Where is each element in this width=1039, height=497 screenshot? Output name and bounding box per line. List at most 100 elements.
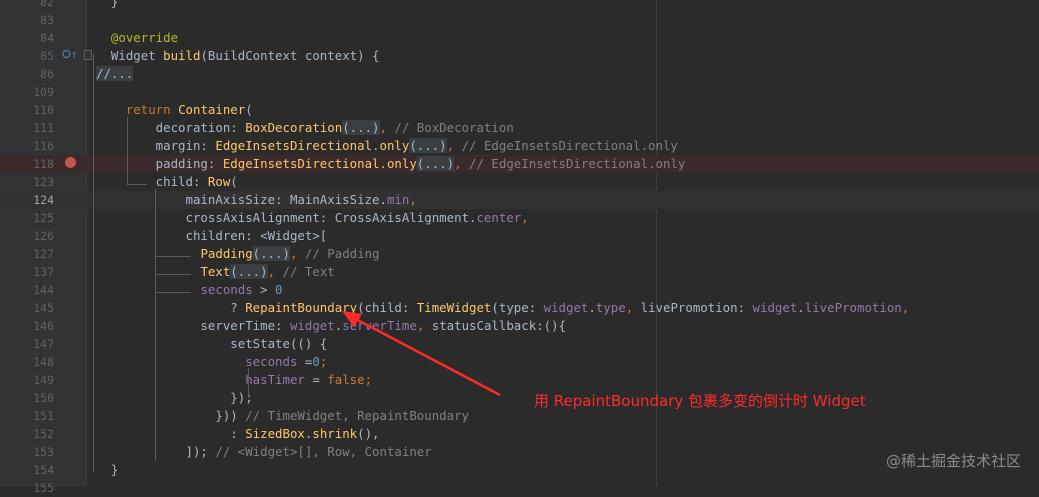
code-text: }	[96, 0, 118, 11]
code-token: Padding	[200, 246, 253, 261]
line-number: 151	[33, 409, 54, 423]
indent-guide	[155, 274, 191, 275]
line-number: 125	[33, 211, 54, 225]
code-token: // TimeWidget, RepaintBoundary	[245, 408, 469, 423]
code-line[interactable]: 109	[0, 83, 1039, 101]
line-number: 147	[33, 337, 54, 351]
indent-guide	[127, 117, 128, 185]
line-number: 146	[33, 319, 54, 333]
code-text: padding: EdgeInsetsDirectional.only(...)…	[96, 155, 685, 173]
code-token: margin:	[96, 138, 216, 153]
code-token: RepaintBoundary	[245, 300, 358, 315]
code-token[interactable]: (...)	[252, 246, 290, 261]
code-line[interactable]: 110 return Container(	[0, 101, 1039, 119]
code-token: widget	[289, 318, 335, 333]
line-number: 153	[33, 445, 54, 459]
code-line[interactable]: 111 decoration: BoxDecoration(...), // B…	[0, 119, 1039, 137]
code-token[interactable]: (...)	[342, 120, 380, 135]
code-token: }	[96, 0, 119, 9]
code-line[interactable]: 155	[0, 479, 1039, 497]
code-text: hasTimer = false;	[96, 371, 372, 389]
line-number: 116	[33, 139, 54, 153]
override-gutter-icon[interactable]: ⭘↑	[62, 48, 77, 62]
code-line[interactable]: 86 //...	[0, 65, 1039, 83]
code-token: ?	[96, 300, 246, 315]
code-text: crossAxisAlignment: CrossAxisAlignment.c…	[96, 209, 529, 227]
code-token: hasTimer	[245, 372, 305, 387]
code-line[interactable]: 84 @override	[0, 29, 1039, 47]
code-token: only	[386, 156, 417, 171]
code-token: ;	[364, 372, 373, 387]
code-token: ,	[416, 318, 432, 333]
line-number: 83	[40, 13, 54, 27]
indent-guide	[127, 184, 147, 185]
code-token: Widget	[96, 48, 164, 63]
code-text: serverTime: widget.serverTime, statusCal…	[96, 317, 566, 335]
fold-toggle[interactable]	[84, 50, 92, 60]
line-number: 126	[33, 229, 54, 243]
code-token[interactable]: (...)	[416, 156, 455, 171]
line-number: 118	[33, 157, 54, 171]
code-token: build	[163, 48, 201, 63]
code-token: false	[327, 372, 365, 387]
code-text: seconds > 0	[96, 281, 282, 299]
code-token: ,	[267, 264, 283, 279]
indent-guide	[155, 189, 156, 461]
code-text: Text(...), // Text	[96, 263, 335, 281]
code-token: min	[386, 192, 410, 207]
code-line[interactable]: 85 Widget build(BuildContext context) {	[0, 47, 1039, 65]
code-line[interactable]: 154 }	[0, 461, 1039, 479]
code-token: (child:	[357, 300, 417, 315]
code-token: .	[588, 300, 596, 315]
code-token: >	[252, 282, 276, 297]
code-token: mainAxisSize: MainAxisSize.	[96, 192, 387, 207]
code-token: Row	[207, 174, 231, 189]
line-number: 123	[33, 175, 54, 189]
code-token: ,	[454, 156, 470, 171]
line-number: 85	[40, 49, 54, 63]
code-token: child:	[96, 174, 208, 189]
code-token: // EdgeInsetsDirectional.only	[469, 156, 686, 171]
code-token: setState(() {	[96, 336, 328, 351]
code-token[interactable]: (...)	[230, 264, 268, 279]
code-token: (type:	[491, 300, 544, 315]
code-token: SizedBox	[245, 426, 305, 441]
line-number: 148	[33, 355, 54, 369]
code-token: BoxDecoration	[245, 120, 343, 135]
code-token: @override	[110, 30, 179, 45]
code-text: ]); // <Widget>[], Row, Container	[96, 443, 432, 461]
code-line[interactable]: 118 padding: EdgeInsetsDirectional.only(…	[0, 155, 1039, 173]
code-token: ,	[409, 192, 417, 207]
indent-guide	[155, 256, 191, 257]
code-token: 0	[312, 354, 320, 369]
code-text: //...	[96, 65, 134, 83]
code-token: // Text	[282, 264, 335, 279]
code-token[interactable]: (...)	[409, 138, 447, 153]
code-token: shrink	[312, 426, 358, 441]
code-token: EdgeInsetsDirectional	[215, 138, 373, 153]
code-token: ,	[521, 210, 529, 225]
code-token: });	[96, 390, 253, 405]
code-token: =	[297, 354, 313, 369]
line-number: 110	[33, 103, 54, 117]
code-text: ? RepaintBoundary(child: TimeWidget(type…	[96, 299, 909, 317]
code-line[interactable]: 116 margin: EdgeInsetsDirectional.only(.…	[0, 137, 1039, 155]
code-line[interactable]: 82 }	[0, 0, 1039, 11]
code-token: (	[245, 102, 253, 117]
line-number: 154	[33, 463, 54, 477]
code-token: crossAxisAlignment: CrossAxisAlignment.	[96, 210, 477, 225]
code-token: // Padding	[304, 246, 380, 261]
code-token: livePromotion	[804, 300, 902, 315]
indent-guide	[93, 54, 94, 472]
code-token: .	[797, 300, 805, 315]
code-text: return Container(	[96, 101, 253, 119]
code-token: .	[379, 156, 387, 171]
code-line[interactable]: 83	[0, 11, 1039, 29]
breakpoint-icon[interactable]	[65, 157, 76, 168]
code-token[interactable]: //...	[96, 66, 134, 81]
line-number: 127	[33, 247, 54, 261]
code-text: }	[96, 461, 118, 479]
code-text: seconds =0;	[96, 353, 327, 371]
